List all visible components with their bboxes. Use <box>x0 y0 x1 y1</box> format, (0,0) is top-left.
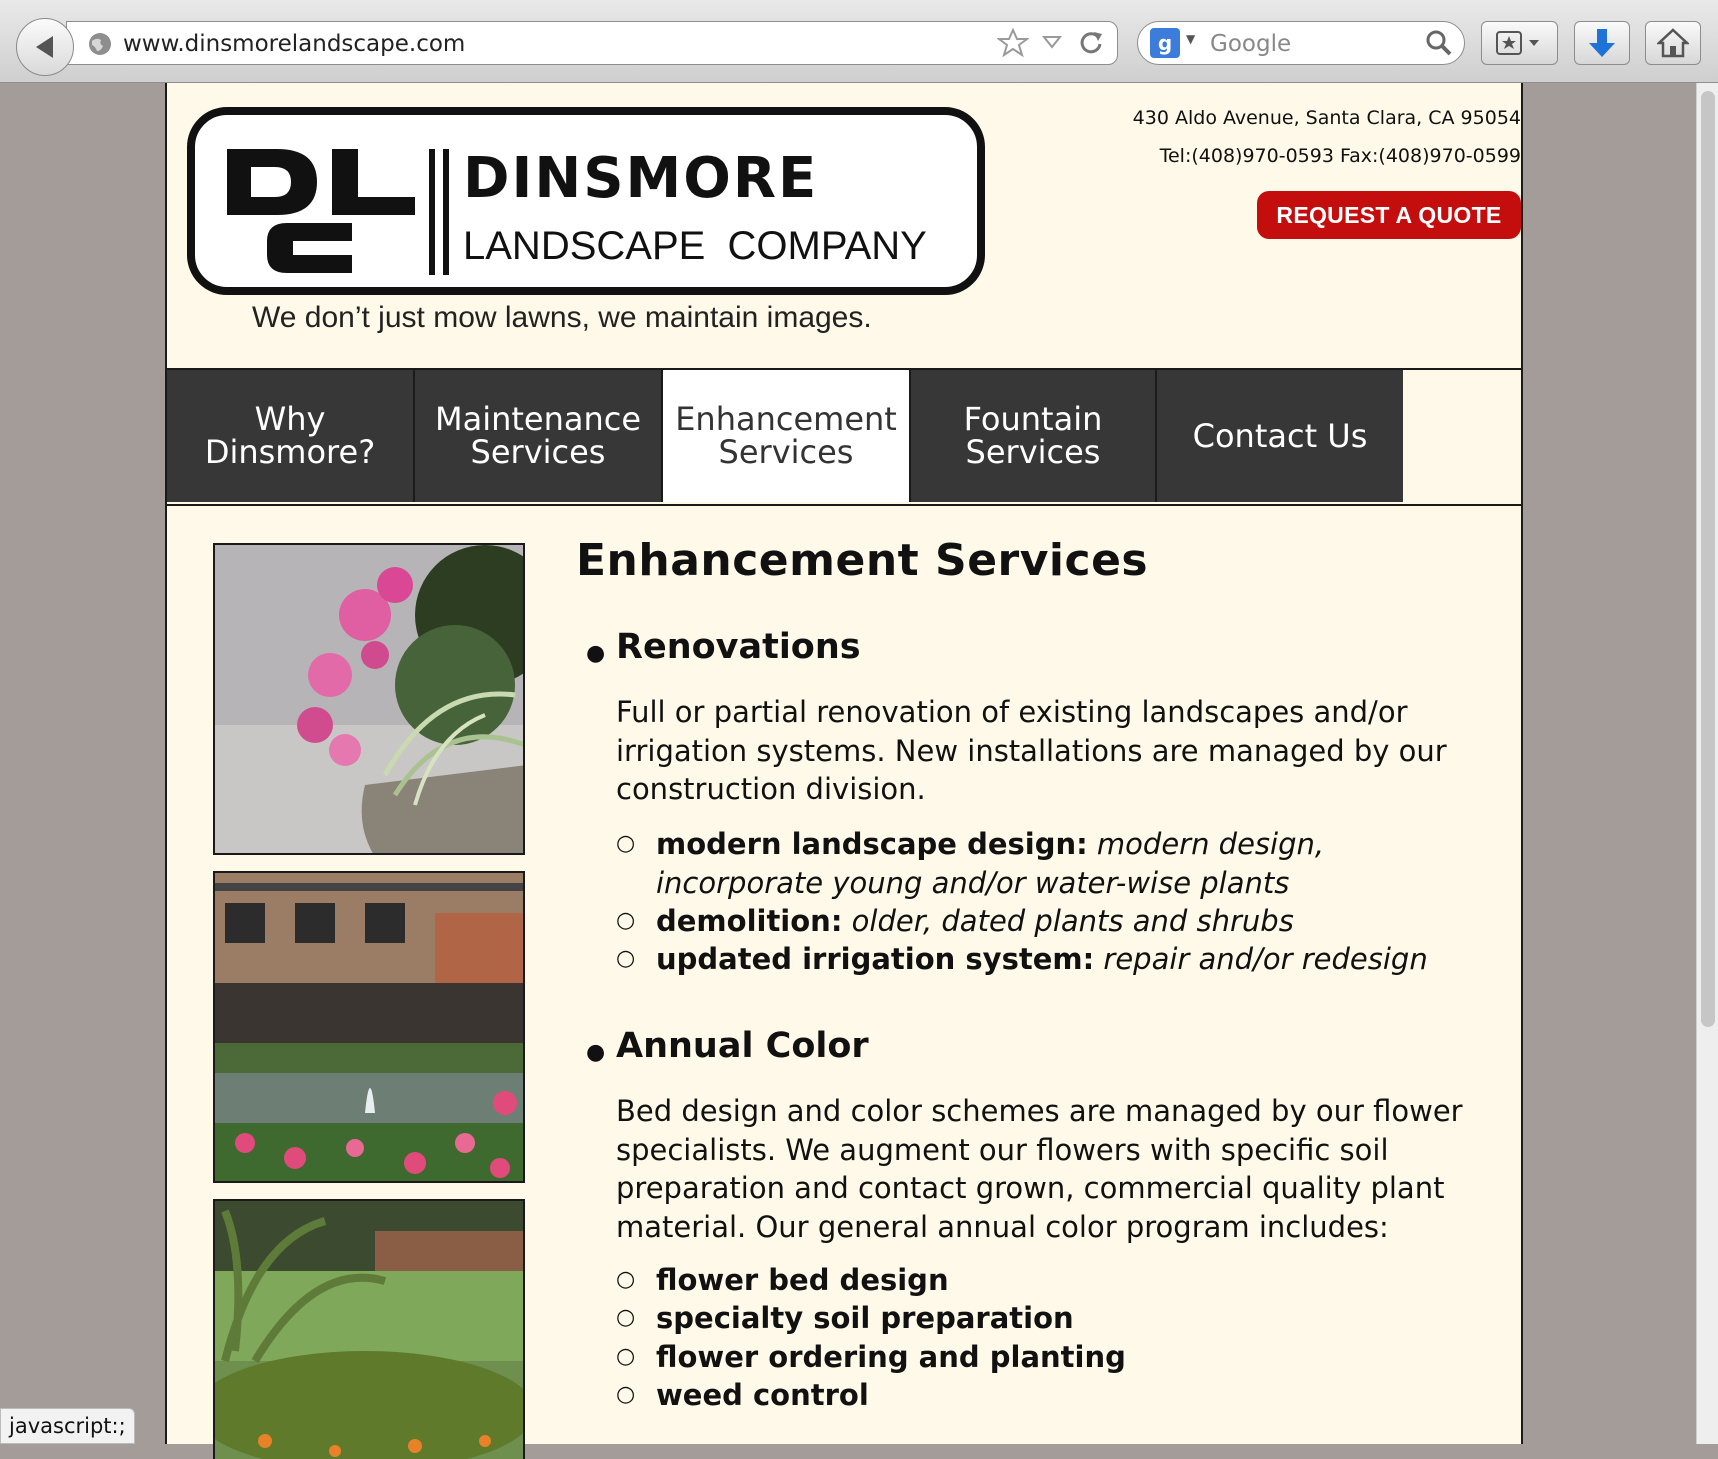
status-bar: javascript:; <box>0 1408 135 1444</box>
search-bar[interactable]: g ▼ Google <box>1137 21 1465 65</box>
renovations-paragraph: Full or partial renovation of existing l… <box>616 695 1447 806</box>
request-quote-button[interactable]: REQUEST A QUOTE <box>1257 191 1521 239</box>
bookmark-star-icon[interactable] <box>996 27 1030 63</box>
globe-icon <box>87 31 113 61</box>
bullet-circle: ○ <box>616 908 636 933</box>
hedge-garden-photo <box>213 1199 525 1459</box>
section-title-renovations: Renovations <box>616 627 861 667</box>
bullet-circle: ○ <box>616 1305 636 1330</box>
scrollbar-thumb[interactable] <box>1701 91 1715 1027</box>
bullet-disc: ● <box>586 1040 606 1065</box>
google-icon[interactable]: g <box>1150 28 1180 58</box>
logo-company-word: DINSMORE <box>463 146 818 211</box>
annual-color-paragraph: Bed design and color schemes are managed… <box>616 1094 1463 1244</box>
bookmarks-button[interactable] <box>1481 21 1558 65</box>
home-icon <box>1657 28 1689 58</box>
nav-enhancement-services[interactable]: Enhancement Services <box>663 370 909 502</box>
vertical-scrollbar[interactable] <box>1696 83 1718 1444</box>
url-text: www.dinsmorelandscape.com <box>123 31 466 57</box>
bullet-circle: ○ <box>616 946 636 971</box>
web-page: DINSMORE LANDSCAPE COMPANY We don’t just… <box>165 83 1523 1459</box>
search-icon[interactable] <box>1424 28 1454 62</box>
bookmarks-star-icon <box>1495 31 1539 55</box>
bullet-circle: ○ <box>616 1267 636 1292</box>
logo-sub-word: LANDSCAPE COMPANY <box>463 224 927 268</box>
browser-toolbar: www.dinsmorelandscape.com g ▼ Google <box>0 0 1718 83</box>
bullet-circle: ○ <box>616 1344 636 1369</box>
search-input[interactable]: Google <box>1210 31 1291 57</box>
flower-pot-photo <box>213 543 525 855</box>
nav-maintenance-services[interactable]: Maintenance Services <box>415 370 661 502</box>
nav-fountain-services[interactable]: Fountain Services <box>911 370 1155 502</box>
reload-icon[interactable] <box>1077 28 1105 60</box>
download-arrow-icon <box>1589 29 1615 57</box>
bullet-disc: ● <box>586 641 606 666</box>
back-arrow-icon <box>36 36 53 58</box>
bullet-circle: ○ <box>616 1382 636 1407</box>
tagline: We don’t just mow lawns, we maintain ima… <box>252 301 872 334</box>
nav-contact-us[interactable]: Contact Us <box>1157 370 1403 502</box>
page-title: Enhancement Services <box>576 535 1149 586</box>
fountain-building-photo <box>213 871 525 1183</box>
home-button[interactable] <box>1645 21 1701 65</box>
back-button[interactable] <box>16 18 74 76</box>
main-content: Enhancement Services ● Renovations Full … <box>576 535 1476 1412</box>
address: 430 Aldo Avenue, Santa Clara, CA 95054 <box>1132 107 1521 129</box>
dlc-logo[interactable]: DINSMORE LANDSCAPE COMPANY <box>187 107 987 301</box>
section-title-annual-color: Annual Color <box>616 1026 869 1066</box>
main-nav: Why Dinsmore? Maintenance Services Enhan… <box>167 368 1523 506</box>
chevron-down-icon[interactable]: ▼ <box>1186 32 1195 46</box>
bullet-circle: ○ <box>616 831 636 856</box>
phone-fax: Tel:(408)970-0593 Fax:(408)970-0599 <box>1159 145 1521 167</box>
url-history-dropdown-icon[interactable] <box>1041 32 1063 56</box>
address-bar[interactable]: www.dinsmorelandscape.com <box>66 21 1118 65</box>
downloads-button[interactable] <box>1574 21 1630 65</box>
nav-why-dinsmore[interactable]: Why Dinsmore? <box>167 370 413 502</box>
